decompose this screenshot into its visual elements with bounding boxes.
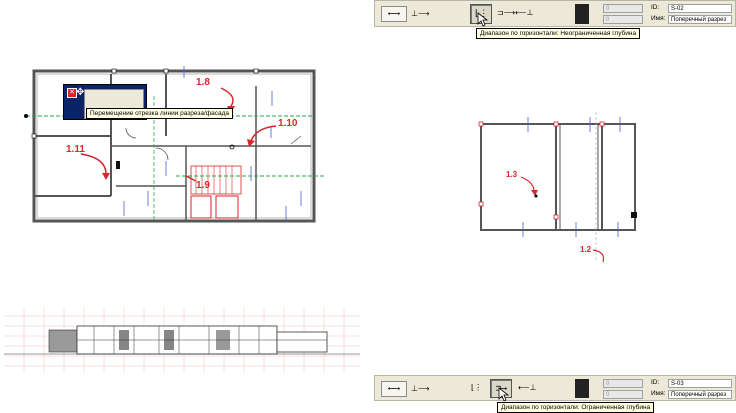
name-label: Имя: bbox=[651, 15, 666, 22]
cursor-icon bbox=[498, 387, 510, 402]
geometry-method-straight-button[interactable]: ⟵⟶ bbox=[381, 381, 407, 397]
name-label: Имя: bbox=[651, 390, 666, 397]
annotation-1-10: 1.10 bbox=[278, 118, 298, 129]
move-segment-tooltip: Перемещение отрезка линии разреза/фасада bbox=[86, 108, 233, 119]
id-label: ID: bbox=[651, 4, 660, 11]
coord-a-field[interactable]: 0 bbox=[603, 4, 643, 13]
annotation-1-2: 1.2 bbox=[580, 245, 592, 254]
name-field[interactable]: Поперечный разрез bbox=[668, 390, 732, 399]
horizontal-range-zero-icon[interactable]: ⟵⊥ bbox=[515, 8, 533, 17]
geometry-method-stepped-icon[interactable]: ⊥⟶ bbox=[411, 384, 429, 393]
elevation-marker-icon bbox=[575, 379, 589, 398]
annotation-1-8: 1.8 bbox=[196, 77, 210, 88]
coord-b-field[interactable]: 0 bbox=[603, 15, 643, 24]
section-toolbar-bottom: ⟵⟶ ⊥⟶ ⌊⋮ ⊐⟶ ⟵⊥ 0 0 ID: S-03 Имя: Попереч… bbox=[374, 375, 736, 402]
section-elevation-view bbox=[4, 308, 360, 372]
geometry-method-stepped-icon[interactable]: ⊥⟶ bbox=[411, 9, 429, 18]
horizontal-range-zero-icon[interactable]: ⟵⊥ bbox=[518, 383, 536, 392]
horizontal-range-limited-icon[interactable]: ⊐⟶ bbox=[497, 8, 515, 17]
range-tooltip-top: Диапазон по горизонтали: Неограниченная … bbox=[476, 28, 641, 39]
id-field[interactable]: S-03 bbox=[668, 379, 732, 388]
geometry-method-straight-button[interactable]: ⟵⟶ bbox=[381, 6, 407, 22]
range-tooltip-bottom: Диапазон по горизонтали: Ограниченная гл… bbox=[497, 402, 655, 413]
coord-b-field[interactable]: 0 bbox=[603, 390, 643, 399]
annotation-1-9: 1.9 bbox=[196, 180, 210, 191]
floor-plan-right bbox=[478, 112, 637, 263]
move-icon: ✥ bbox=[76, 87, 85, 98]
cursor-icon bbox=[477, 12, 489, 27]
annotation-1-3: 1.3 bbox=[506, 170, 518, 179]
coord-a-field[interactable]: 0 bbox=[603, 379, 643, 388]
horizontal-range-unlimited-icon[interactable]: ⌊⋮ bbox=[471, 383, 482, 392]
id-label: ID: bbox=[651, 379, 660, 386]
elevation-marker-icon bbox=[575, 4, 589, 24]
id-field[interactable]: S-02 bbox=[668, 4, 732, 13]
annotation-1-11: 1.11 bbox=[66, 144, 85, 155]
section-toolbar-top: ⟵⟶ ⊥⟶ ⌊⋮ ⊐⟶ ⟵⊥ 0 0 ID: S-02 Имя: Попереч… bbox=[374, 0, 736, 27]
name-field[interactable]: Поперечный разрез bbox=[668, 15, 732, 24]
